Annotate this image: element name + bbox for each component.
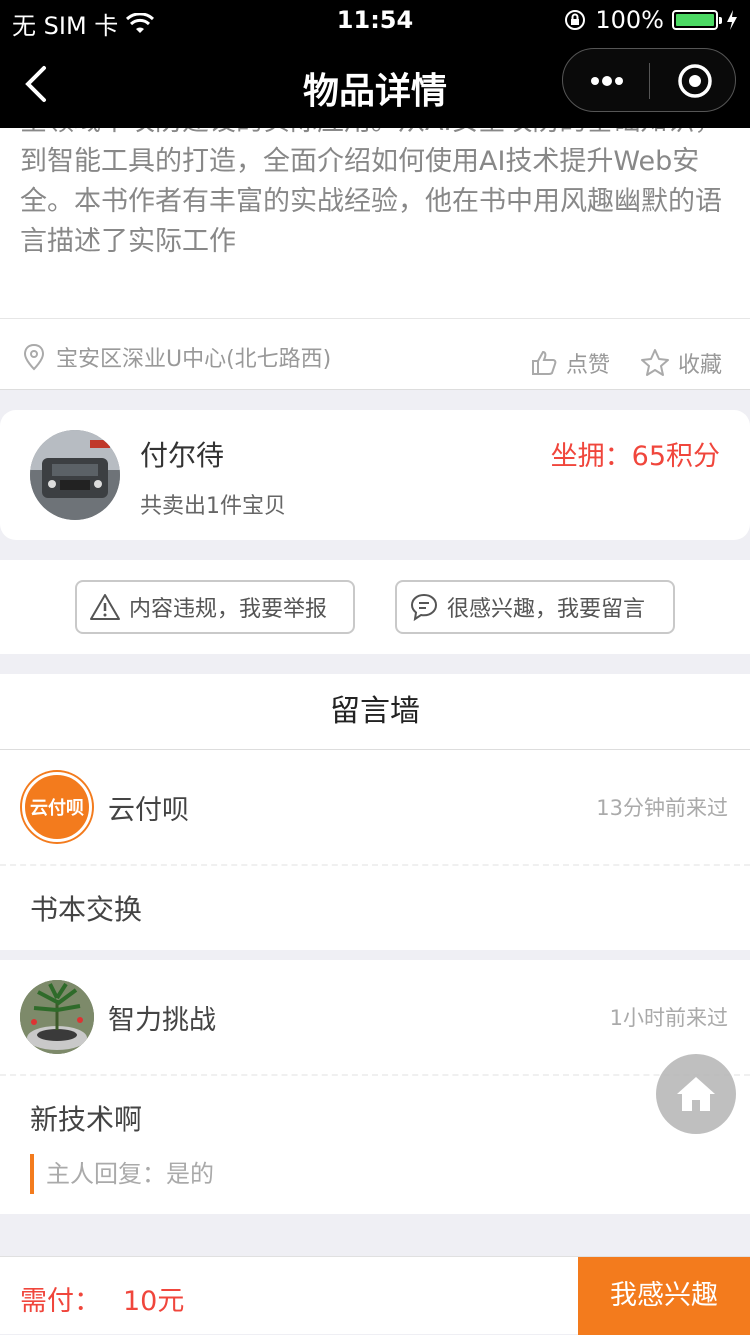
- like-button[interactable]: 点赞: [530, 347, 610, 379]
- close-mini-program-icon[interactable]: [677, 63, 713, 99]
- more-icon[interactable]: [585, 65, 629, 97]
- seller-card[interactable]: 付尔待 共卖出1件宝贝 坐拥：65积分: [0, 410, 750, 540]
- action-buttons: 内容违规，我要举报 很感兴趣，我要留言: [0, 560, 750, 654]
- leave-message-button[interactable]: 很感兴趣，我要留言: [395, 580, 675, 634]
- user-avatar[interactable]: 云付呗: [22, 772, 92, 842]
- battery-percent: 100%: [595, 6, 664, 34]
- seller-name: 付尔待: [140, 439, 225, 472]
- bottom-bar: 需付： 10元 我感兴趣: [0, 1256, 750, 1335]
- message-content: 新技术啊: [30, 1103, 143, 1136]
- message-user-name: 云付呗: [108, 795, 189, 826]
- report-label: 内容违规，我要举报: [129, 597, 328, 622]
- message-content: 书本交换: [30, 893, 143, 926]
- interested-button[interactable]: 我感兴趣: [578, 1257, 750, 1335]
- favorite-label: 收藏: [677, 353, 722, 378]
- description-text: 全领域中攻防建设的实际应用。从AI安全攻防的基础知识，到智能工具的打造，全面介绍…: [20, 128, 722, 257]
- user-avatar[interactable]: [20, 980, 94, 1054]
- status-bar: 无 SIM 卡 11:54 100%: [0, 0, 750, 40]
- mini-program-capsule: [562, 48, 736, 112]
- orientation-lock-icon: [565, 10, 586, 30]
- price-label: 需付：: [20, 1286, 101, 1317]
- leave-message-label: 很感兴趣，我要留言: [447, 597, 646, 622]
- message-user-name: 智力挑战: [108, 1005, 216, 1036]
- clock: 11:54: [336, 6, 414, 34]
- favorite-button[interactable]: 收藏: [640, 347, 722, 379]
- seller-sold-count: 共卖出1件宝贝: [140, 494, 286, 519]
- avatar-logo-text: 云付呗: [30, 798, 84, 819]
- owner-reply: 主人回复：是的: [30, 1154, 214, 1194]
- charging-icon: [727, 10, 737, 30]
- message-header: 云付呗 云付呗 13分钟前来过: [0, 750, 750, 866]
- capsule-divider: [649, 63, 650, 99]
- thumbs-up-icon: [531, 350, 557, 375]
- warning-icon: [90, 594, 120, 620]
- message-item: 云付呗 云付呗 13分钟前来过 书本交换: [0, 750, 750, 950]
- report-button[interactable]: 内容违规，我要举报: [75, 580, 355, 634]
- message-wall-title: 留言墙: [0, 674, 750, 750]
- nav-bar: 物品详情: [0, 40, 750, 128]
- price-value: 10元: [123, 1286, 185, 1317]
- message-item: 智力挑战 1小时前来过 新技术啊 主人回复：是的: [0, 960, 750, 1214]
- item-description: 全领域中攻防建设的实际应用。从AI安全攻防的基础知识，到智能工具的打造，全面介绍…: [0, 128, 750, 318]
- message-header: 智力挑战 1小时前来过: [0, 960, 750, 1076]
- chat-bubble-icon: [410, 593, 438, 622]
- battery-icon: [672, 10, 722, 30]
- seller-avatar[interactable]: [30, 430, 120, 520]
- seller-points: 坐拥：65积分: [550, 441, 720, 472]
- star-icon: [640, 349, 669, 376]
- home-icon: [677, 1077, 715, 1111]
- price: 需付： 10元: [20, 1279, 184, 1318]
- like-label: 点赞: [565, 353, 610, 378]
- location-pin-icon: [23, 343, 45, 371]
- home-button[interactable]: [656, 1054, 736, 1134]
- message-time: 1小时前来过: [609, 1006, 728, 1030]
- location-bar: 宝安区深业U中心(北七路西) 点赞 收藏: [0, 318, 750, 390]
- message-time: 13分钟前来过: [596, 796, 728, 820]
- location-address: 宝安区深业U中心(北七路西): [56, 347, 332, 372]
